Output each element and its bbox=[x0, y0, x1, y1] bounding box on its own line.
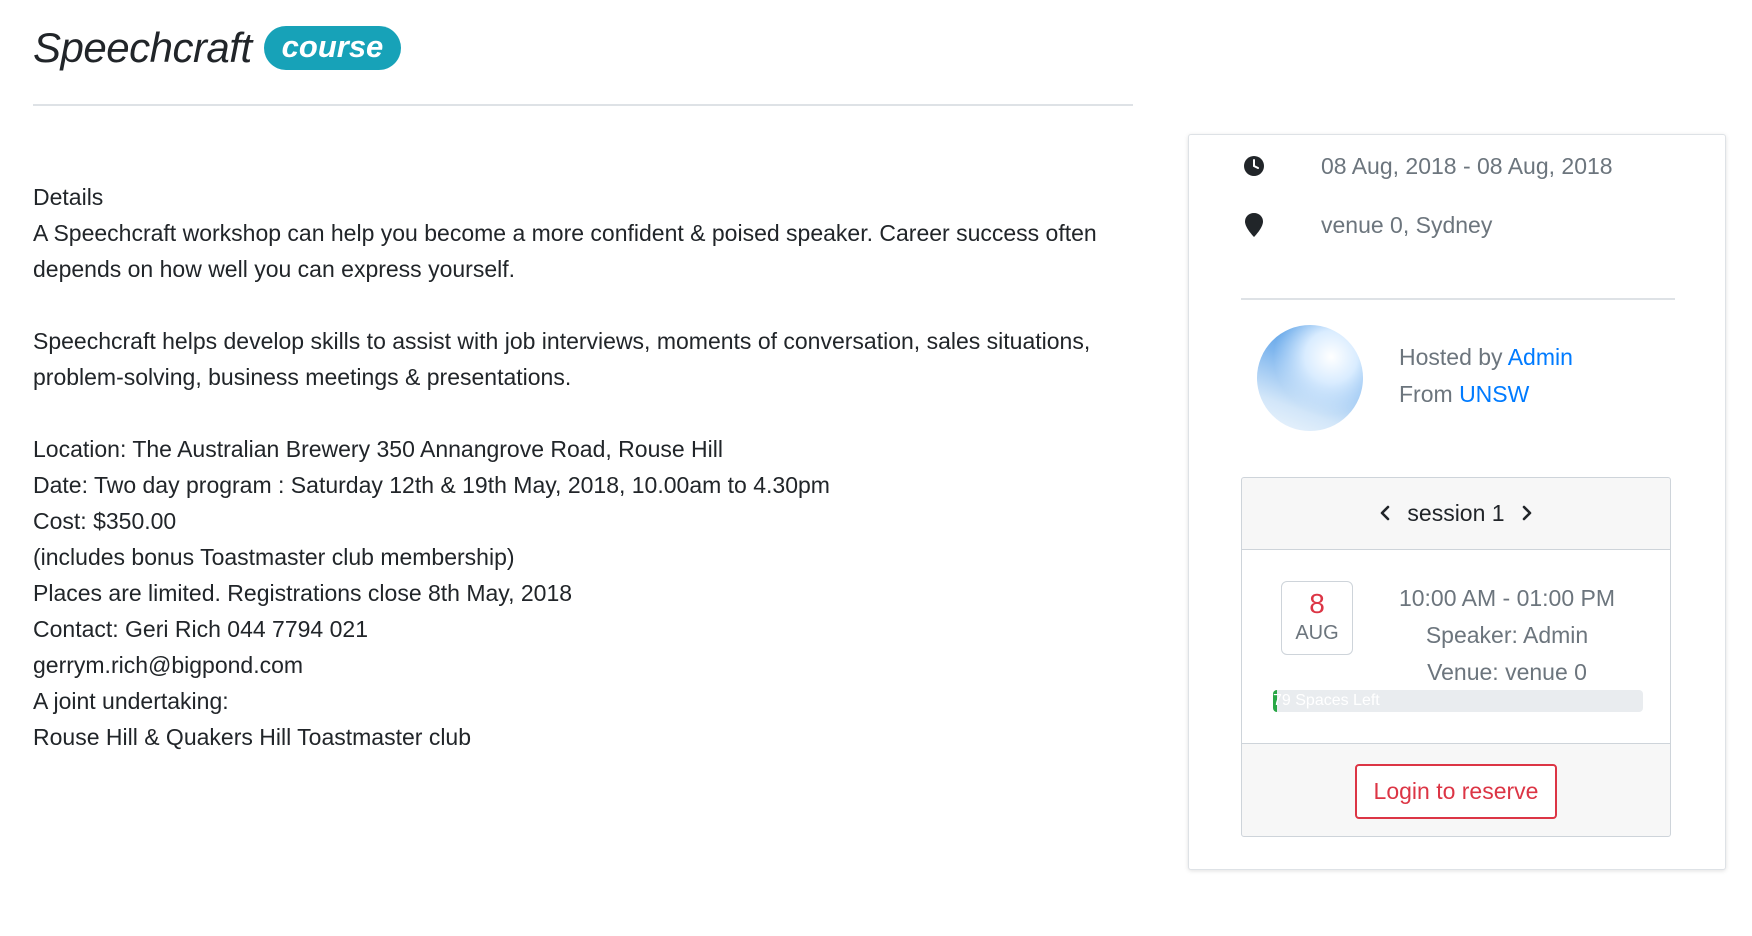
spaces-left-label: 79 Spaces Left bbox=[1273, 692, 1380, 709]
location-text: venue 0, Sydney bbox=[1321, 212, 1493, 238]
date-range: 08 Aug, 2018 - 08 Aug, 2018 bbox=[1321, 153, 1613, 179]
session-panel: session 1 8 AUG 10:00 AM - 01:00 PM Spea… bbox=[1241, 477, 1671, 837]
map-marker-icon bbox=[1241, 212, 1267, 238]
session-date-box: 8 AUG bbox=[1281, 581, 1353, 655]
details-line: Cost: $350.00 bbox=[33, 508, 177, 534]
login-to-reserve-button[interactable]: Login to reserve bbox=[1354, 763, 1558, 819]
session-speaker: Speaker: Admin bbox=[1425, 622, 1589, 648]
details-line: Places are limited. Registrations close … bbox=[33, 580, 573, 606]
details-line: A joint undertaking: bbox=[33, 688, 229, 714]
details-line: Rouse Hill & Quakers Hill Toastmaster cl… bbox=[33, 724, 472, 750]
host-link[interactable]: Admin bbox=[1508, 344, 1573, 370]
details-line: Date: Two day program : Saturday 12th & … bbox=[33, 472, 830, 498]
session-venue: Venue: venue 0 bbox=[1427, 659, 1587, 685]
page-header: Speechcraft course bbox=[33, 24, 402, 72]
details-line: Contact: Geri Rich 044 7794 021 bbox=[33, 616, 368, 642]
chevron-left-icon[interactable] bbox=[1379, 500, 1391, 527]
hosted-by-label: Hosted by bbox=[1399, 344, 1503, 370]
details-line: gerrym.rich@bigpond.com bbox=[33, 652, 304, 678]
session-day: 8 bbox=[1309, 588, 1325, 619]
session-month: AUG bbox=[1295, 622, 1339, 644]
details-line: Location: The Australian Brewery 350 Ann… bbox=[33, 436, 723, 462]
session-details: 10:00 AM - 01:00 PM Speaker: Admin Venue… bbox=[1377, 580, 1637, 691]
card-divider bbox=[1241, 298, 1675, 300]
details-line: Details bbox=[33, 184, 104, 210]
host-info: Hosted by Admin From UNSW bbox=[1399, 339, 1573, 413]
session-time: 10:00 AM - 01:00 PM bbox=[1398, 585, 1616, 611]
event-info-card: 08 Aug, 2018 - 08 Aug, 2018 venue 0, Syd… bbox=[1188, 134, 1726, 870]
event-details: Details A Speechcraft workshop can help … bbox=[33, 179, 1133, 755]
spaces-progress: 79 Spaces Left bbox=[1273, 690, 1643, 712]
header-divider bbox=[33, 104, 1133, 106]
from-label: From bbox=[1399, 381, 1453, 407]
type-badge: course bbox=[263, 26, 402, 70]
session-body: 8 AUG 10:00 AM - 01:00 PM Speaker: Admin… bbox=[1242, 550, 1670, 744]
clock-icon bbox=[1241, 153, 1267, 179]
session-footer: Login to reserve bbox=[1242, 744, 1670, 838]
date-row: 08 Aug, 2018 - 08 Aug, 2018 bbox=[1241, 153, 1613, 179]
details-line: (includes bonus Toastmaster club members… bbox=[33, 544, 515, 570]
organization-link[interactable]: UNSW bbox=[1459, 381, 1529, 407]
location-row: venue 0, Sydney bbox=[1241, 212, 1492, 238]
chevron-right-icon[interactable] bbox=[1521, 500, 1533, 527]
details-line: Speechcraft helps develop skills to assi… bbox=[33, 328, 1091, 390]
session-header: session 1 bbox=[1242, 478, 1670, 550]
session-title: session 1 bbox=[1407, 500, 1505, 526]
details-line: A Speechcraft workshop can help you beco… bbox=[33, 220, 1097, 282]
page-title: Speechcraft bbox=[33, 24, 252, 71]
avatar bbox=[1257, 325, 1363, 431]
